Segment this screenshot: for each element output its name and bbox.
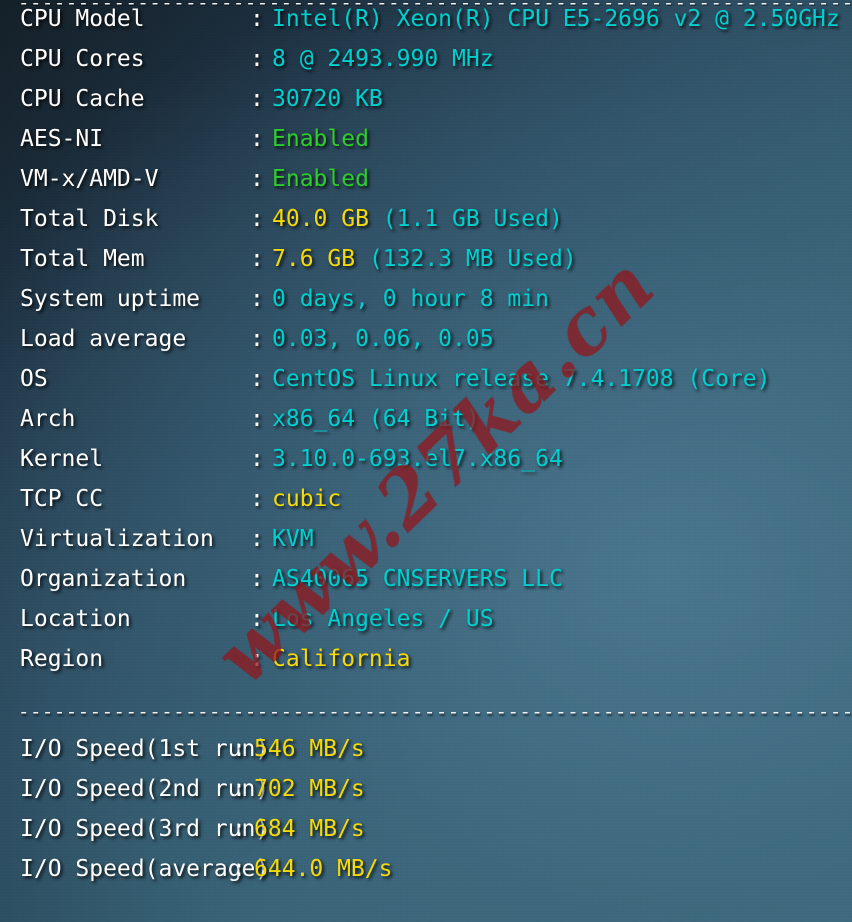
system-info-row: Location: Los Angeles / US — [0, 606, 852, 646]
io-speed-row-value: 644.0 MB/s — [254, 856, 393, 882]
system-info-row-label: TCP CC — [20, 486, 104, 512]
system-info-row: Total Disk:40.0 GB (1.1 GB Used) — [0, 206, 852, 246]
system-info-row: TCP CC: cubic — [0, 486, 852, 526]
io-speed-row-value: 684 MB/s — [254, 816, 365, 842]
io-speed-list: I/O Speed(1st run):546 MB/s I/O Speed(2nd… — [0, 736, 852, 896]
io-speed-row-label: I/O Speed(2nd run) — [20, 776, 270, 802]
field-separator-colon: : — [250, 646, 264, 672]
io-speed-row-value: 546 MB/s — [254, 736, 365, 762]
system-info-row-value: Intel(R) Xeon(R) CPU E5-2696 v2 @ 2.50GH… — [272, 6, 840, 32]
system-info-row-value: CentOS Linux release 7.4.1708 (Core) — [272, 366, 771, 392]
system-info-row: OS: CentOS Linux release 7.4.1708 (Core) — [0, 366, 852, 406]
separator-middle: ----------------------------------------… — [18, 702, 852, 723]
io-speed-row: I/O Speed(1st run):546 MB/s — [0, 736, 852, 776]
field-separator-colon: : — [250, 566, 264, 592]
system-info-row: Arch: x86_64 (64 Bit) — [0, 406, 852, 446]
system-info-row-label: Arch — [20, 406, 76, 432]
system-info-row-value: 0 days, 0 hour 8 min — [272, 286, 549, 312]
system-info-row-label: CPU Cache — [20, 86, 145, 112]
system-info-row-value-detail: (1.1 GB Used) — [368, 206, 563, 232]
system-info-row: CPU Model: Intel(R) Xeon(R) CPU E5-2696 v… — [0, 6, 852, 46]
io-speed-row: I/O Speed(3rd run):684 MB/s — [0, 816, 852, 856]
field-separator-colon: : — [250, 126, 264, 152]
field-separator-colon: : — [250, 406, 264, 432]
field-separator-colon: : — [250, 526, 264, 552]
system-info-list: CPU Model: Intel(R) Xeon(R) CPU E5-2696 v… — [0, 6, 852, 686]
io-speed-row: I/O Speed(average):644.0 MB/s — [0, 856, 852, 896]
system-info-row: Load average:0.03, 0.06, 0.05 — [0, 326, 852, 366]
field-separator-colon: : — [250, 326, 264, 352]
system-info-row-label: CPU Model — [20, 6, 145, 32]
field-separator-colon: : — [250, 246, 264, 272]
field-separator-colon: : — [232, 856, 246, 882]
system-info-row-value: 3.10.0-693.el7.x86_64 — [272, 446, 563, 472]
system-info-row-value: x86_64 (64 Bit) — [272, 406, 480, 432]
field-separator-colon: : — [250, 86, 264, 112]
system-info-row-label: Total Disk — [20, 206, 159, 232]
field-separator-colon: : — [232, 816, 246, 842]
system-info-row-label: Load average — [20, 326, 187, 352]
system-info-row-value: Los Angeles / US — [272, 606, 494, 632]
field-separator-colon: : — [232, 776, 246, 802]
system-info-row-value: AS40065 CNSERVERS LLC — [272, 566, 563, 592]
system-info-row-label: Location — [20, 606, 131, 632]
system-info-row: Organization: AS40065 CNSERVERS LLC — [0, 566, 852, 606]
system-info-row-value: Enabled — [272, 126, 369, 152]
system-info-row: System uptime:0 days, 0 hour 8 min — [0, 286, 852, 326]
field-separator-colon: : — [232, 736, 246, 762]
system-info-row: Total Mem:7.6 GB (132.3 MB Used) — [0, 246, 852, 286]
system-info-row-value: 40.0 GB — [272, 206, 369, 232]
system-info-row-value: cubic — [272, 486, 342, 512]
system-info-row-label: Virtualization — [20, 526, 214, 552]
system-info-row-label: Region — [20, 646, 104, 672]
system-info-row-value-detail: (132.3 MB Used) — [355, 246, 577, 272]
field-separator-colon: : — [250, 206, 264, 232]
system-info-row: AES-NI: Enabled — [0, 126, 852, 166]
terminal-output: ----------------------------------------… — [0, 0, 852, 922]
terminal-window: ----------------------------------------… — [0, 0, 852, 922]
system-info-row: VM-x/AMD-V: Enabled — [0, 166, 852, 206]
io-speed-row-label: I/O Speed(1st run) — [20, 736, 270, 762]
system-info-row-label: OS — [20, 366, 48, 392]
system-info-row: CPU Cache:30720 KB — [0, 86, 852, 126]
system-info-row: CPU Cores:8 @ 2493.990 MHz — [0, 46, 852, 86]
system-info-row-value: 0.03, 0.06, 0.05 — [272, 326, 494, 352]
system-info-row-label: VM-x/AMD-V — [20, 166, 159, 192]
system-info-row: Region: California — [0, 646, 852, 686]
system-info-row-value: 30720 KB — [272, 86, 383, 112]
system-info-row-value: California — [272, 646, 411, 672]
field-separator-colon: : — [250, 286, 264, 312]
system-info-row-label: AES-NI — [20, 126, 104, 152]
system-info-row-label: CPU Cores — [20, 46, 145, 72]
system-info-row: Kernel:3.10.0-693.el7.x86_64 — [0, 446, 852, 486]
system-info-row-label: System uptime — [20, 286, 201, 312]
io-speed-row: I/O Speed(2nd run):702 MB/s — [0, 776, 852, 816]
system-info-row-value: Enabled — [272, 166, 369, 192]
system-info-row: Virtualization: KVM — [0, 526, 852, 566]
system-info-row-value: 7.6 GB — [272, 246, 356, 272]
field-separator-colon: : — [250, 446, 264, 472]
io-speed-row-label: I/O Speed(3rd run) — [20, 816, 270, 842]
io-speed-row-value: 702 MB/s — [254, 776, 365, 802]
field-separator-colon: : — [250, 606, 264, 632]
field-separator-colon: : — [250, 166, 264, 192]
field-separator-colon: : — [250, 6, 264, 32]
system-info-row-label: Total Mem — [20, 246, 145, 272]
system-info-row-label: Organization — [20, 566, 187, 592]
system-info-row-value: 8 @ 2493.990 MHz — [272, 46, 494, 72]
system-info-row-value: KVM — [272, 526, 314, 552]
system-info-row-label: Kernel — [20, 446, 104, 472]
separator-bottom: ----------------------------------------… — [0, 912, 852, 922]
io-speed-row-label: I/O Speed(average) — [20, 856, 270, 882]
field-separator-colon: : — [250, 486, 264, 512]
field-separator-colon: : — [250, 366, 264, 392]
field-separator-colon: : — [250, 46, 264, 72]
